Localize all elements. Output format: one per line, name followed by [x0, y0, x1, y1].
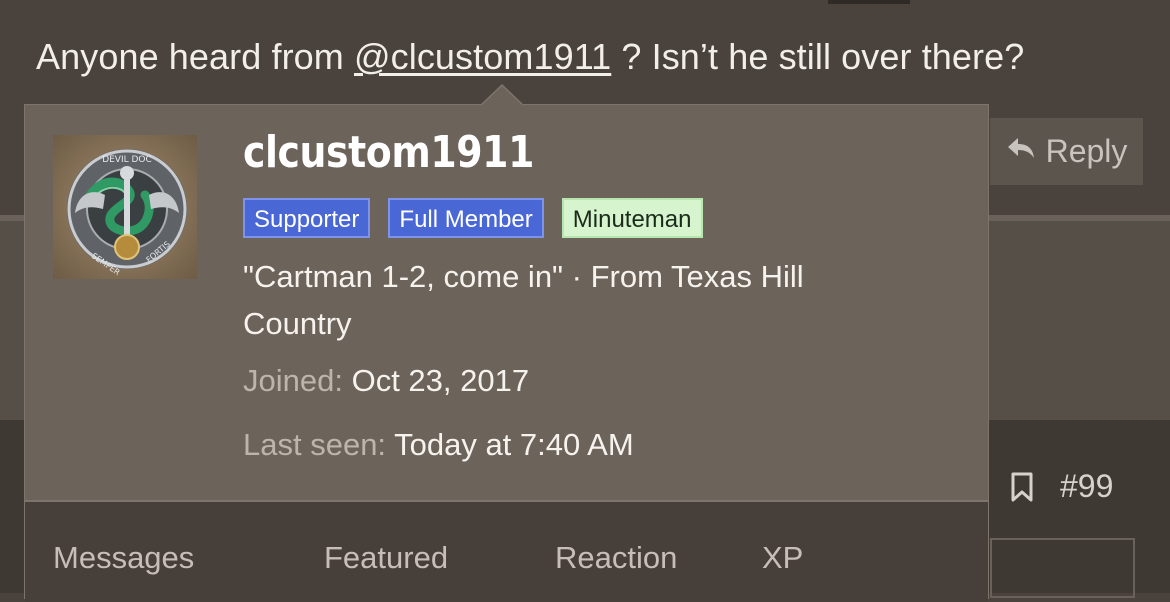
user-mention-link[interactable]: @clcustom1911: [354, 36, 611, 77]
username-link[interactable]: clcustom1911: [243, 127, 534, 178]
last-seen-label: Last seen:: [243, 427, 387, 462]
avatar[interactable]: DEVIL DOC SEMPER FORTIS: [53, 135, 197, 279]
reply-label: Reply: [1045, 133, 1128, 169]
stat-xp: XP: [762, 540, 804, 575]
reply-button[interactable]: Reply: [990, 118, 1143, 185]
last-seen-row: Last seen: Today at 7:40 AM: [243, 427, 634, 463]
avatar-text-top: DEVIL DOC: [102, 155, 152, 165]
joined-row: Joined: Oct 23, 2017: [243, 363, 529, 399]
joined-label: Joined:: [243, 363, 343, 398]
stat-featured: Featured: [324, 540, 449, 575]
stat-messages: Messages: [53, 540, 195, 575]
badge-minuteman: Minuteman: [561, 198, 703, 238]
member-stats-bar: Messages Featured Reaction XP: [25, 500, 988, 602]
stat-reaction: Reaction: [555, 540, 678, 575]
post-body-text: Anyone heard from @clcustom1911 ? Isn’t …: [36, 36, 1024, 78]
member-tooltip-card: DEVIL DOC SEMPER FORTIS clcustom1911 Sup…: [24, 104, 989, 602]
user-badges: Supporter Full Member Minuteman: [243, 198, 703, 238]
user-tagline: "Cartman 1-2, come in" · From Texas Hill…: [243, 259, 804, 341]
last-seen-value: Today at 7:40 AM: [394, 427, 634, 462]
post-toolbar-stub: [828, 0, 910, 4]
reply-arrow-icon: [1006, 133, 1036, 170]
joined-value: Oct 23, 2017: [351, 363, 530, 398]
post-meta: #99: [1010, 468, 1113, 505]
badge-full-member: Full Member: [388, 198, 544, 238]
next-post-avatar-frame: [990, 538, 1135, 598]
post-text-after: ? Isn’t he still over there?: [611, 36, 1025, 77]
bookmark-icon[interactable]: [1010, 472, 1034, 502]
post-number-link[interactable]: #99: [1060, 468, 1113, 505]
badge-supporter: Supporter: [243, 198, 371, 238]
post-text-before: Anyone heard from: [36, 36, 354, 77]
tooltip-arrow-fill: [482, 86, 522, 105]
